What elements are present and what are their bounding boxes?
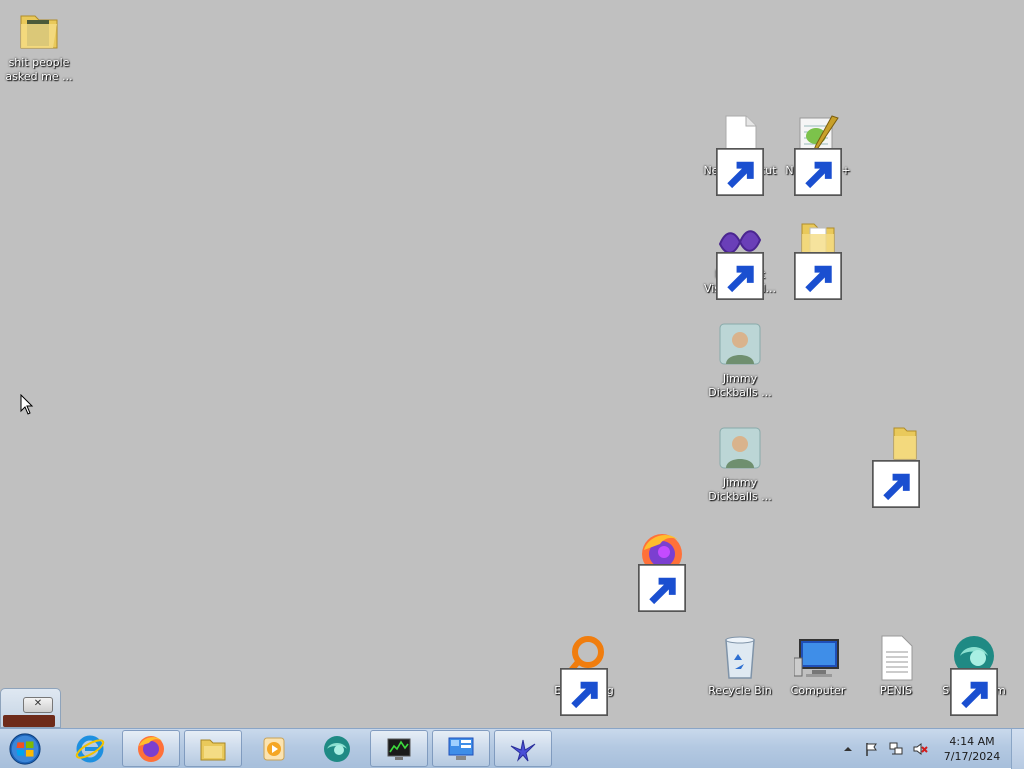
start-orb-icon [9,733,41,765]
shortcut-arrow-icon [716,148,764,196]
task-manager-icon [387,738,411,760]
shortcut-arrow-icon [716,252,764,300]
desktop-icon-computer[interactable]: Computer [779,634,857,698]
internet-explorer-icon [75,735,105,762]
desktop-icon-share[interactable]: share [779,218,857,300]
close-button[interactable]: ✕ [23,697,53,713]
taskbar-supermium[interactable] [308,730,366,767]
supermium-icon [950,634,998,716]
desktop-icon-shit-people-folder[interactable]: shit people asked me ... [0,6,78,84]
firefox-icon [638,530,686,612]
taskbar-firefox[interactable] [122,730,180,767]
system-tray: 4:14 AM 7/17/2024 [836,729,1014,769]
firefox-icon [138,735,164,762]
network-folder-icon [872,426,920,508]
clock-time: 4:14 AM [949,735,995,748]
volume-muted-icon[interactable] [912,741,928,757]
icon-label: PENIS [879,684,913,697]
network-icon[interactable] [888,741,904,757]
icon-label: Jimmy Dickballs ... [708,372,772,399]
start-button[interactable] [4,730,46,768]
icon-label: shit people asked me ... [5,56,73,83]
computer-icon [794,634,842,682]
text-document-icon [872,634,920,682]
shortcut-arrow-icon [560,668,608,716]
desktop-icon-notepadpp[interactable]: Notepad++ [779,114,857,196]
shortcut-arrow-icon [794,252,842,300]
icon-label: Jimmy Dickballs ... [708,476,772,503]
taskbar-bird-app[interactable] [494,730,552,767]
show-desktop-button[interactable] [1011,729,1024,769]
taskbar-internet-explorer[interactable] [61,730,119,767]
shortcut-arrow-icon [638,564,686,612]
desktop-icon-visual-studio[interactable]: Microsoft Visual Stud... [701,218,779,300]
desktop-icon-supermium[interactable]: Supermium [935,634,1013,716]
visual-studio-icon [716,218,764,300]
show-hidden-icons-button[interactable] [840,741,856,757]
desktop-icon-jimmy-1[interactable]: Jimmy Dickballs ... [701,322,779,400]
taskbar-task-manager[interactable] [370,730,428,767]
desktop-icon-penis-text-file[interactable]: PENIS [857,634,935,698]
everything-search-icon [560,634,608,716]
taskbar-file-explorer[interactable] [184,730,242,767]
blank-document-icon [716,114,764,196]
desktop-icon-recycle-bin[interactable]: Recycle Bin [701,634,779,698]
shortcut-arrow-icon [794,148,842,196]
taskbar-control-panel[interactable] [432,730,490,767]
desktop-icon-share2[interactable]: share2 [857,426,935,508]
desktop: shit people asked me ... New shortcut No… [0,0,1024,728]
desktop-icon-everything[interactable]: Everything [545,634,623,716]
recycle-bin-icon [716,634,764,682]
supermium-icon [324,735,350,762]
shortcut-arrow-icon [950,668,998,716]
action-center-flag-icon[interactable] [864,741,880,757]
clock-date: 7/17/2024 [943,750,1001,763]
folder-icon [794,218,842,300]
icon-label: Recycle Bin [708,684,772,697]
mouse-cursor-icon [20,394,34,415]
window-thumbnail-preview[interactable]: ✕ [0,688,61,728]
desktop-icon-jimmy-2[interactable]: Jimmy Dickballs ... [701,426,779,504]
folder-icon [15,6,63,54]
desktop-icon-new-shortcut[interactable]: New shortcut [701,114,779,196]
clock[interactable]: 4:14 AM 7/17/2024 [942,734,1002,764]
control-panel-icon [448,737,474,760]
taskbar-media-player[interactable] [245,730,303,767]
shortcut-arrow-icon [872,460,920,508]
file-explorer-icon [200,739,226,760]
taskbar: 4:14 AM 7/17/2024 [0,728,1024,769]
media-player-icon [263,737,285,760]
desktop-icon-firefox[interactable]: Firefox [623,530,701,612]
notepadpp-icon [794,114,842,196]
icon-label: Computer [790,684,846,697]
user-avatar-icon [716,426,764,474]
chevron-up-icon [844,747,852,751]
user-avatar-icon [716,322,764,370]
thumbnail-image [3,715,55,727]
bird-app-icon [510,739,536,762]
